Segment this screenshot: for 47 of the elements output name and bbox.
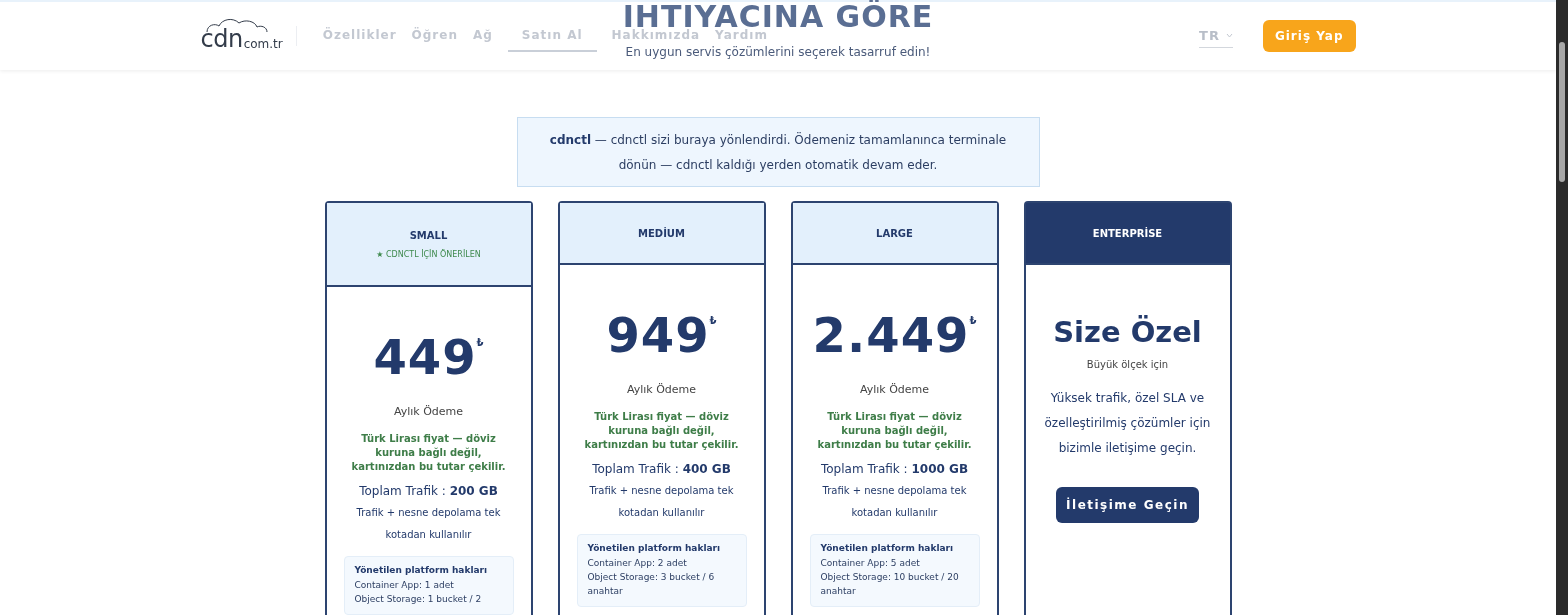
billing-period: Aylık Ödeme [393,405,464,418]
plan-description: Yüksek trafik, özel SLA ve özelleştirilmiş çözümler için bizimle iletişime geçin. [1043,390,1212,457]
traffic-note: Trafik + nesne depolama tek kotadan kullanılır [821,484,968,520]
billing-period: Aylık Ödeme [859,383,930,396]
nav-link[interactable]: Ağ [472,20,493,52]
nav-link[interactable]: Satın Al [507,20,597,52]
contact-button[interactable]: İletişime Geçin [1056,487,1199,523]
traffic-quota: Toplam Trafik : 400 GB [592,462,731,476]
currency-symbol: ₺ [476,337,484,348]
traffic-quota: Toplam Trafik : 200 GB [359,484,498,498]
plan-name: ENTERPRİSE [1092,227,1163,239]
rights-item: Object Storage: 3 bucket / 6 anahtar [587,571,716,598]
currency-symbol: ₺ [969,315,977,326]
currency-symbol: ₺ [709,315,717,326]
rights-item: Container App: 1 adet [354,579,455,592]
login-button[interactable]: Giriş Yap [1262,20,1356,52]
price: 2.449 [812,309,970,361]
recommended-label: ★ CDNCTL İÇİN ÖNERİLEN [376,249,481,259]
plan-name: MEDİUM [638,227,685,239]
rights-title: Yönetilen platform hakları [820,543,955,553]
rights-title: Yönetilen platform hakları [354,565,489,575]
redirect-notice: cdnctl — cdnctl sizi buraya yönlendirdi. Ödemeniz tamamlanınca terminale dönün — cdnctl kaldığı yerden otomatik devam eder. [516,117,1040,187]
plan-subtitle: Büyük ölçek için [1086,359,1169,370]
hero-subtitle: En uygun servis çözümlerini seçerek tasarruf edin! [625,45,931,59]
price: 449 [373,331,477,383]
chevron-down-icon [1225,33,1233,38]
rights-item: Object Storage: 1 bucket / 2 [354,593,483,606]
currency-note: Türk Lirası fiyat — döviz kuruna bağlı değil, kartınızdan bu tutar çekilir. [583,410,740,452]
nav-link[interactable]: Öğren [411,20,458,52]
billing-period: Aylık Ödeme [626,383,697,396]
traffic-note: Trafik + nesne depolama tek kotadan kullanılır [588,484,735,520]
nav-link[interactable]: Özellikler [322,20,397,52]
rights-title: Yönetilen platform hakları [587,543,722,553]
plan-name: LARGE [876,227,913,239]
rights-item: Container App: 5 adet [820,557,921,570]
plan-name: SMALL [409,229,448,241]
rights-item: Object Storage: 10 bucket / 20 anahtar [820,571,960,598]
rights-item: Container App: 2 adet [587,557,688,570]
scrollbar[interactable] [1556,0,1568,615]
price: 949 [606,309,710,361]
logo[interactable]: cdncom.tr [200,21,283,51]
traffic-note: Trafik + nesne depolama tek kotadan kullanılır [355,506,502,542]
traffic-quota: Toplam Trafik : 1000 GB [820,462,969,476]
plan-title: Size Özel [1053,315,1202,349]
language-select[interactable]: TR [1199,24,1233,48]
currency-note: Türk Lirası fiyat — döviz kuruna bağlı değil, kartınızdan bu tutar çekilir. [816,410,973,452]
currency-note: Türk Lirası fiyat — döviz kuruna bağlı değil, kartınızdan bu tutar çekilir. [350,432,507,474]
